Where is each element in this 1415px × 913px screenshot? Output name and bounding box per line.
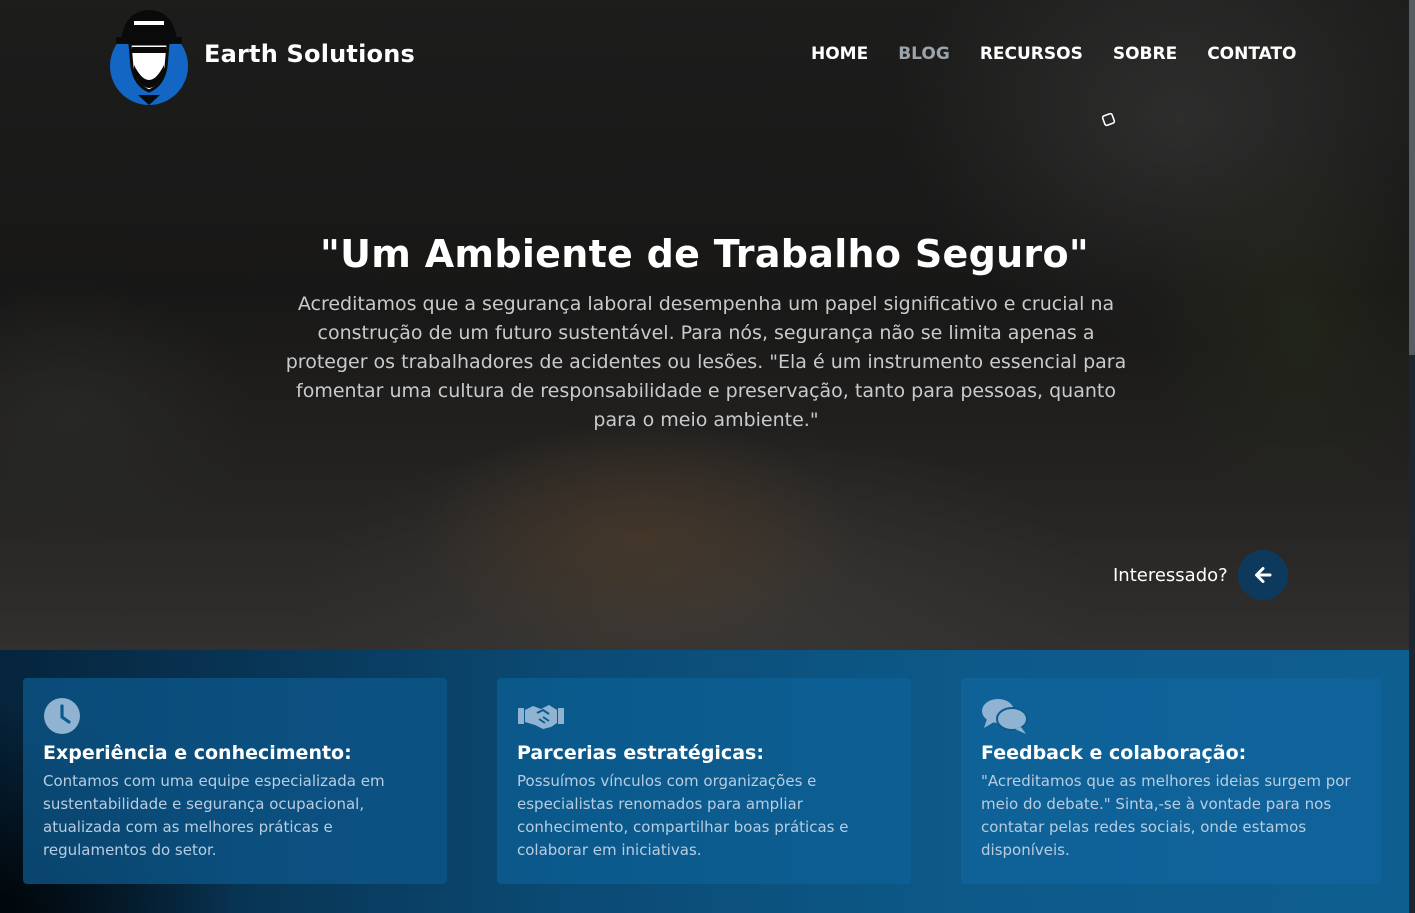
feature-icon-wrap [43, 696, 427, 736]
hero-section: Earth Solutions HOME BLOG RECURSOS SOBRE… [0, 0, 1409, 650]
nav-recursos[interactable]: RECURSOS [980, 44, 1083, 64]
feature-title: Experiência e conhecimento: [43, 742, 352, 764]
clock-icon [44, 698, 80, 734]
feature-card-experiencia: Experiência e conhecimento: Contamos com… [23, 678, 447, 884]
cta-label[interactable]: Interessado? [1113, 565, 1228, 586]
brand-name[interactable]: Earth Solutions [204, 40, 415, 68]
feature-card-feedback: Feedback e colaboração: "Acreditamos que… [961, 678, 1381, 884]
feature-text: "Acreditamos que as melhores ideias surg… [981, 772, 1351, 859]
feature-icon-wrap [981, 696, 1361, 736]
feature-icon-wrap [517, 696, 891, 736]
feature-title: Feedback e colaboração: [981, 742, 1247, 764]
feature-text: Contamos com uma equipe especializada em… [43, 772, 385, 859]
features-section: Experiência e conhecimento: Contamos com… [0, 650, 1409, 913]
scrollbar-thumb[interactable] [1409, 0, 1415, 355]
feature-text: Possuímos vínculos com organizações e es… [517, 772, 849, 859]
page-scrollbar[interactable] [1409, 0, 1415, 913]
feature-card-parcerias: Parcerias estratégicas: Possuímos víncul… [497, 678, 911, 884]
nav-blog[interactable]: BLOG [898, 44, 950, 64]
brand-logo[interactable] [108, 7, 190, 105]
hero-description: Acreditamos que a segurança laboral dese… [285, 293, 1127, 431]
feature-title: Parcerias estratégicas: [517, 742, 764, 764]
cta-button[interactable] [1237, 550, 1288, 600]
nav-sobre[interactable]: SOBRE [1113, 44, 1177, 64]
comments-icon [982, 699, 1028, 734]
main-nav: HOME BLOG RECURSOS SOBRE CONTATO [811, 44, 1297, 64]
hero-title: "Um Ambiente de Trabalho Seguro" [320, 232, 1089, 276]
cta-interessado[interactable]: Interessado? [1113, 550, 1288, 600]
worker-helmet-logo-icon [110, 10, 188, 105]
handshake-icon [518, 705, 564, 729]
nav-home[interactable]: HOME [811, 44, 868, 64]
nav-contato[interactable]: CONTATO [1207, 44, 1296, 64]
cursor-shape-icon [1101, 112, 1116, 127]
arrow-left-icon [1254, 567, 1272, 583]
